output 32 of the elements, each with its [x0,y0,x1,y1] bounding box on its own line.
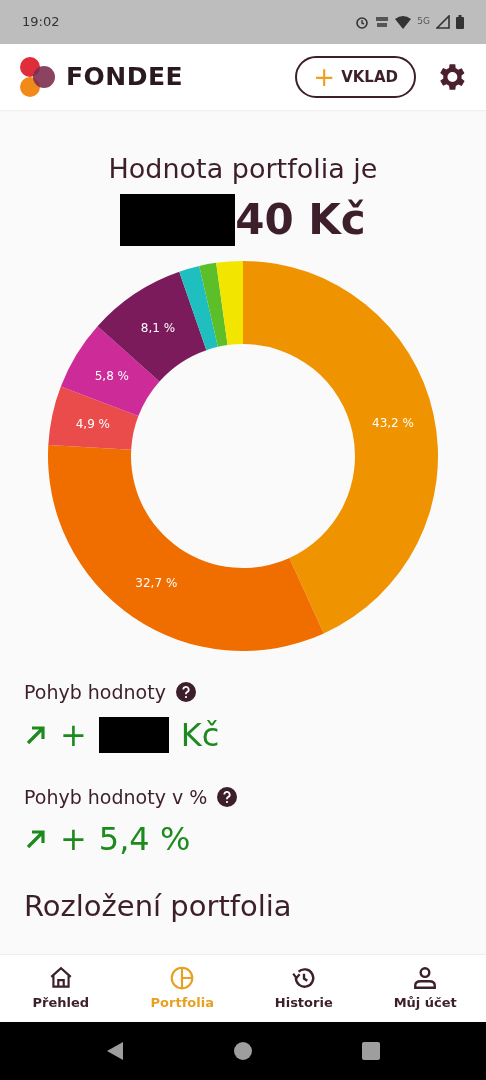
slice-label: 32,7 % [135,575,178,590]
help-icon[interactable] [217,786,238,807]
stat-sign: + [60,819,87,859]
help-icon[interactable] [175,682,196,703]
status-time: 19:02 [22,13,60,32]
slice-label: 5,8 % [94,369,129,384]
brand-name: FONDEE [66,61,184,94]
section-title: Rozložení portfolia [24,888,293,925]
deposit-button[interactable]: + VKLAD [295,56,416,98]
person-icon[interactable] [412,964,439,991]
stat-label: Pohyb hodnoty [24,680,166,705]
portfolio-value-title: Hodnota portfolia je [108,152,378,186]
network-label: 5G [417,15,430,29]
battery-icon [456,15,464,29]
nav-tab[interactable]: Historie [274,992,333,1013]
wifi-icon [395,15,412,29]
slice-label: 4,9 % [75,416,111,431]
logo-icon [18,56,58,98]
nav-tab[interactable]: Přehled [32,992,90,1013]
signal-icon [436,15,450,29]
alarm-icon [355,15,370,29]
slice-label: 43,2 % [372,416,414,431]
portfolio-value-amount: 40 Kč [235,194,366,246]
slice-label: 8,1 % [140,321,176,336]
stat-label: Pohyb hodnoty v % [24,784,208,810]
stat-sign: + [60,714,87,755]
back-icon[interactable] [106,1041,124,1061]
stat-value: 5,4 % [98,819,191,859]
arrow-up-right-icon [24,827,48,851]
stat-value: Kč [180,714,220,755]
nav-tab[interactable]: Můj účet [393,992,457,1013]
home-circle-icon[interactable] [234,1042,252,1060]
